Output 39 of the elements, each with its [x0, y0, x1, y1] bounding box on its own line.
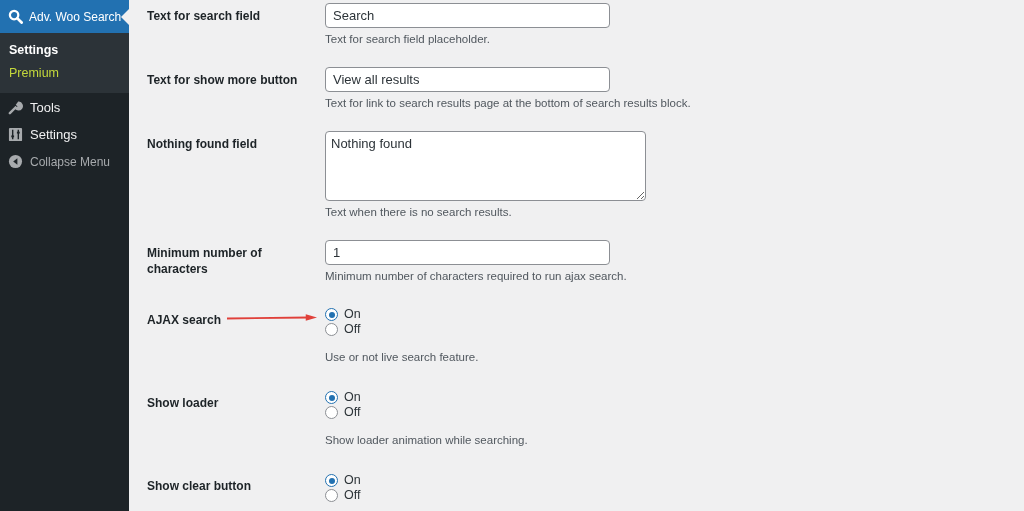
field-description: Text when there is no search results.	[325, 205, 513, 220]
submenu-item[interactable]: Premium	[0, 62, 129, 85]
radio-button[interactable]	[325, 474, 338, 487]
wrench-icon	[8, 100, 23, 115]
menu-item[interactable]: Collapse Menu	[0, 148, 129, 175]
setting-label: Show clear button	[147, 478, 251, 494]
radio-label: On	[344, 474, 361, 487]
radio-label: Off	[344, 406, 361, 419]
field-description: Text for search field placeholder.	[325, 32, 491, 47]
setting-label: Text for show more button	[147, 72, 298, 88]
setting-label: Text for search field	[147, 8, 261, 24]
radio-label: On	[344, 308, 361, 321]
setting-label: AJAX search	[147, 312, 222, 328]
field-description: Minimum number of characters required to run ajax search.	[325, 269, 627, 284]
text-field[interactable]: View all results	[325, 67, 610, 92]
collapse-icon	[8, 154, 23, 169]
radio-button[interactable]	[325, 391, 338, 404]
text-area[interactable]: Nothing found	[325, 131, 646, 201]
setting-label: Nothing found field	[147, 136, 257, 152]
text-field[interactable]: 1	[325, 240, 610, 265]
setting-label: Minimum number of characters	[147, 245, 263, 277]
radio-button[interactable]	[325, 323, 338, 336]
radio-label: Off	[344, 323, 361, 336]
field-description: Show loader animation while searching.	[325, 433, 528, 448]
radio-button[interactable]	[325, 489, 338, 502]
submenu-item[interactable]: Settings	[0, 39, 129, 62]
radio-button[interactable]	[325, 308, 338, 321]
menu-item[interactable]: Tools	[0, 94, 129, 121]
radio-label: On	[344, 391, 361, 404]
menu-item[interactable]: Settings	[0, 121, 129, 148]
radio-label: Off	[344, 489, 361, 502]
text-field[interactable]: Search	[325, 3, 610, 28]
menu-item[interactable]: Adv. Woo Search	[0, 0, 129, 33]
radio-button[interactable]	[325, 406, 338, 419]
setting-label: Show loader	[147, 395, 219, 411]
search-icon	[8, 9, 23, 24]
field-description: Text for link to search results page at the bottom of search results block.	[325, 96, 691, 111]
sliders-icon	[8, 127, 23, 142]
field-description: Use or not live search feature.	[325, 350, 479, 365]
